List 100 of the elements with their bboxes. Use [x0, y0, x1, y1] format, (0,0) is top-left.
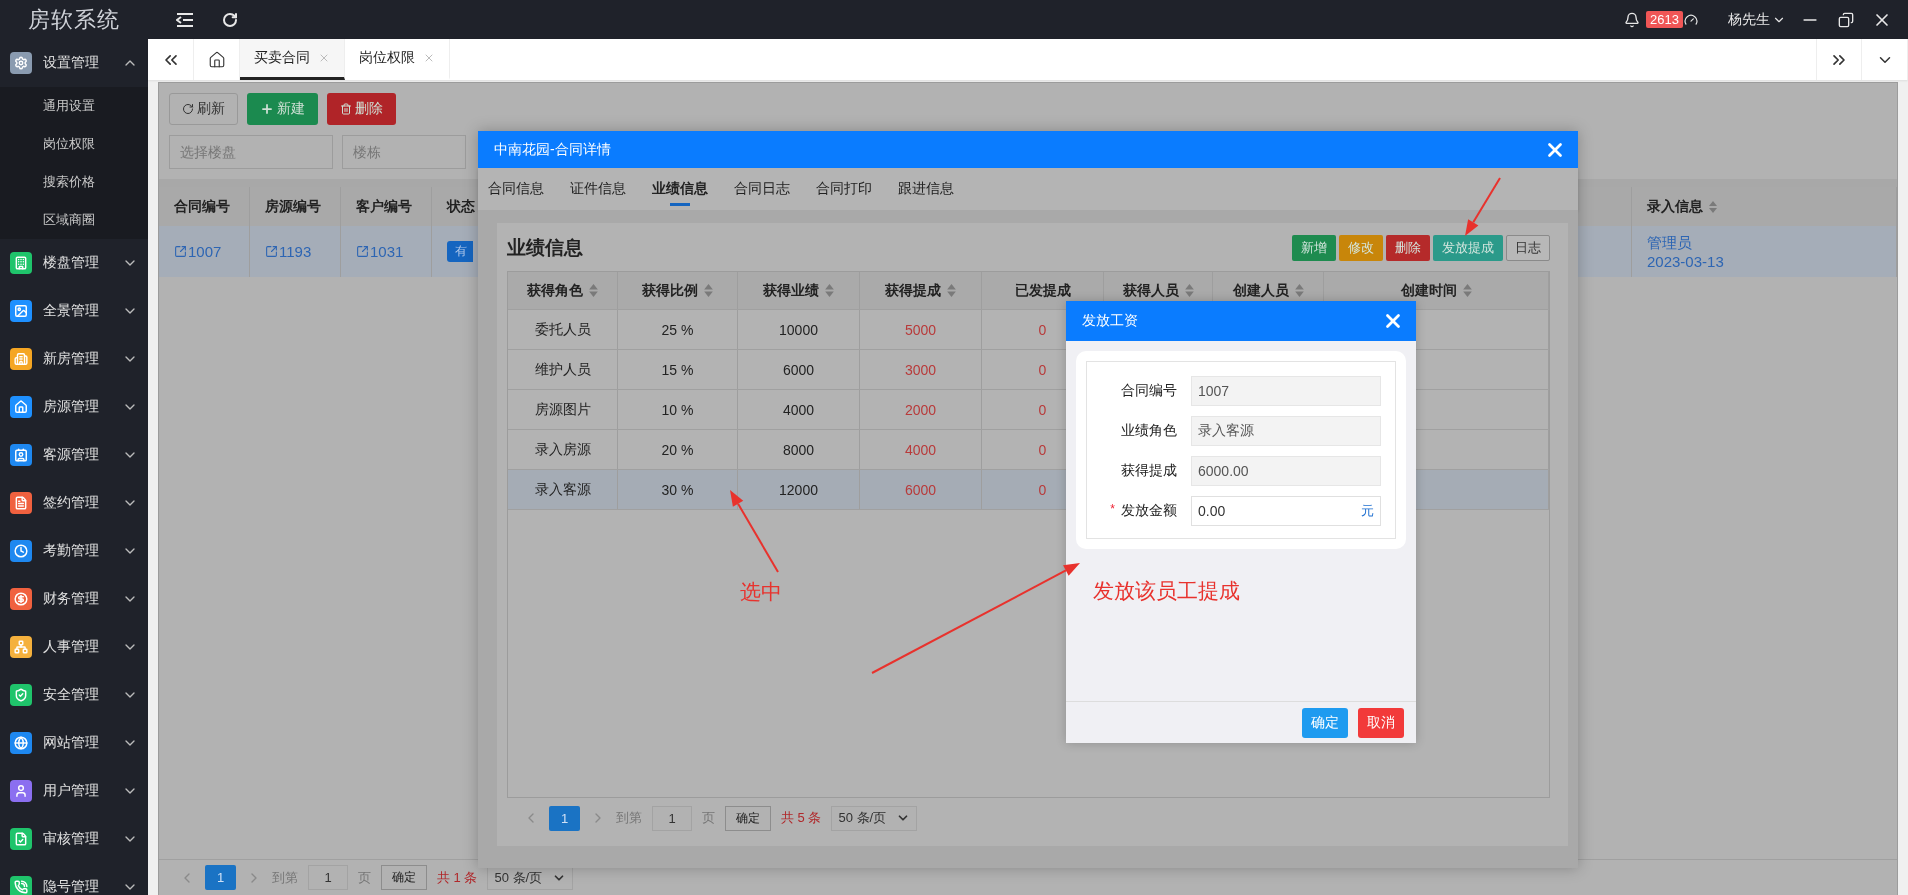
sidebar-item-label: 设置管理 [43, 54, 100, 72]
sidebar-item-label: 用户管理 [43, 782, 100, 800]
filter-field[interactable]: 楼栋 [342, 135, 466, 169]
sidebar-item-label: 网站管理 [43, 734, 100, 752]
column-header: 客户编号 [341, 187, 432, 226]
trash-icon [340, 103, 352, 115]
sidebar-subitem[interactable]: 区域商圈 [0, 201, 148, 239]
log-button[interactable]: 日志 [1506, 235, 1550, 261]
table-cell: 录入房源 [508, 430, 618, 469]
sort-icon [1462, 284, 1472, 297]
column-header: 获得提成 [860, 272, 982, 309]
confirm-button[interactable]: 确定 [725, 805, 771, 831]
table-cell: 房源图片 [508, 390, 618, 429]
confirm-button[interactable]: 确定 [381, 865, 427, 890]
table-cell: 2000 [860, 390, 982, 429]
sort-icon [1294, 284, 1304, 297]
table-cell: 15 % [618, 350, 738, 389]
page-tab[interactable]: 买卖合同 [240, 39, 345, 80]
column-header: 获得角色 [508, 272, 618, 309]
sort-icon [947, 284, 956, 297]
cancel-button[interactable]: 取消 [1358, 707, 1404, 738]
sidebar-item[interactable]: 审核管理 [0, 815, 148, 863]
scroll-left-icon[interactable] [148, 39, 194, 80]
sort-icon [589, 284, 598, 297]
sidebar-item[interactable]: 设置管理 [0, 39, 148, 87]
table-cell: 10000 [738, 310, 860, 349]
sidebar-item[interactable]: 签约管理 [0, 479, 148, 527]
page-unit-label: 页 [702, 809, 715, 827]
column-header: 录入信息 [1632, 187, 1897, 226]
table-cell: 25 % [618, 310, 738, 349]
external-link-icon [174, 245, 187, 258]
gauge-icon[interactable] [1684, 12, 1698, 27]
sort-icon [825, 284, 834, 297]
sort-icon [704, 284, 713, 297]
section-title: 业绩信息 [507, 236, 584, 260]
table-cell: 录入客源 [508, 470, 618, 509]
sidebar-item-label: 楼盘管理 [43, 254, 100, 272]
app-title: 房软系统 [27, 5, 121, 34]
sidebar-item-label: 审核管理 [43, 830, 100, 848]
sidebar-item[interactable]: 房源管理 [0, 383, 148, 431]
sidebar-item[interactable]: 全景管理 [0, 287, 148, 335]
table-cell: 4000 [860, 430, 982, 469]
sidebar-subitem[interactable]: 搜索价格 [0, 163, 148, 201]
page-number[interactable]: 1 [205, 865, 236, 890]
sidebar-item-label: 人事管理 [43, 638, 100, 656]
page-number[interactable]: 1 [549, 805, 580, 831]
column-header: 获得业绩 [738, 272, 860, 309]
goto-label: 到第 [616, 809, 642, 827]
sidebar-item[interactable]: 安全管理 [0, 671, 148, 719]
dialog-title: 中南花园-合同详情 [494, 140, 612, 159]
sidebar-item[interactable]: 人事管理 [0, 623, 148, 671]
input-field[interactable]: 0.00 元 [1191, 496, 1381, 526]
annotation-text: 发放该员工提成 [1093, 578, 1240, 604]
page-input[interactable]: 1 [308, 865, 348, 890]
total-count: 共 5 条 [781, 809, 822, 827]
page-input[interactable]: 1 [652, 805, 692, 831]
column-header: 获得比例 [618, 272, 738, 309]
sidebar-item-label: 考勤管理 [43, 542, 100, 560]
total-count: 共 1 条 [437, 868, 478, 887]
sidebar-item[interactable]: 用户管理 [0, 767, 148, 815]
sidebar-item[interactable]: 财务管理 [0, 575, 148, 623]
annotation-arrow [1465, 177, 1501, 236]
home-icon[interactable] [194, 39, 240, 80]
user-menu[interactable]: 杨先生 [1728, 10, 1786, 29]
sort-icon [1184, 284, 1194, 297]
notification-badge: 2613 [1646, 11, 1683, 28]
entered-date: 2023-03-13 [1647, 252, 1725, 270]
annotation-text: 选中 [740, 579, 782, 605]
sidebar-item[interactable]: 客源管理 [0, 431, 148, 479]
sidebar-item-label: 房源管理 [43, 398, 100, 416]
plus-icon [260, 102, 274, 116]
sidebar-item-label: 新房管理 [43, 350, 100, 368]
sidebar-subitem[interactable]: 通用设置 [0, 87, 148, 125]
sidebar-item-label: 安全管理 [43, 686, 100, 704]
menu-icon[interactable] [176, 11, 194, 28]
page-size-select[interactable]: 50 条/页 [831, 805, 918, 831]
bell-icon[interactable] [1624, 11, 1641, 28]
column-header: 房源编号 [250, 187, 341, 226]
goto-label: 到第 [272, 868, 298, 887]
add-button[interactable]: 新增 [1292, 235, 1336, 261]
sidebar-item[interactable]: 隐号管理 [0, 863, 148, 895]
delete-button[interactable]: 删除 [1386, 235, 1430, 261]
sidebar-item[interactable]: 楼盘管理 [0, 239, 148, 287]
scroll-right-icon[interactable] [1816, 39, 1862, 80]
table-cell: 20 % [618, 430, 738, 469]
external-link-icon [265, 245, 278, 258]
sidebar-item[interactable]: 考勤管理 [0, 527, 148, 575]
page-tab[interactable]: 岗位权限 [345, 39, 450, 80]
table-cell: 8000 [738, 430, 860, 469]
sidebar-item-label: 客源管理 [43, 446, 100, 464]
delete-button[interactable]: 删除 [327, 93, 396, 125]
sort-icon [1709, 200, 1717, 213]
sidebar-item[interactable]: 网站管理 [0, 719, 148, 767]
sidebar-item[interactable]: 新房管理 [0, 335, 148, 383]
sidebar-subitem[interactable]: 岗位权限 [0, 125, 148, 163]
table-cell: 5000 [860, 310, 982, 349]
table-cell: 维护人员 [508, 350, 618, 389]
refresh-icon[interactable] [222, 11, 238, 28]
table-cell: 3000 [860, 350, 982, 389]
refresh-button[interactable]: 刷新 [169, 93, 238, 125]
